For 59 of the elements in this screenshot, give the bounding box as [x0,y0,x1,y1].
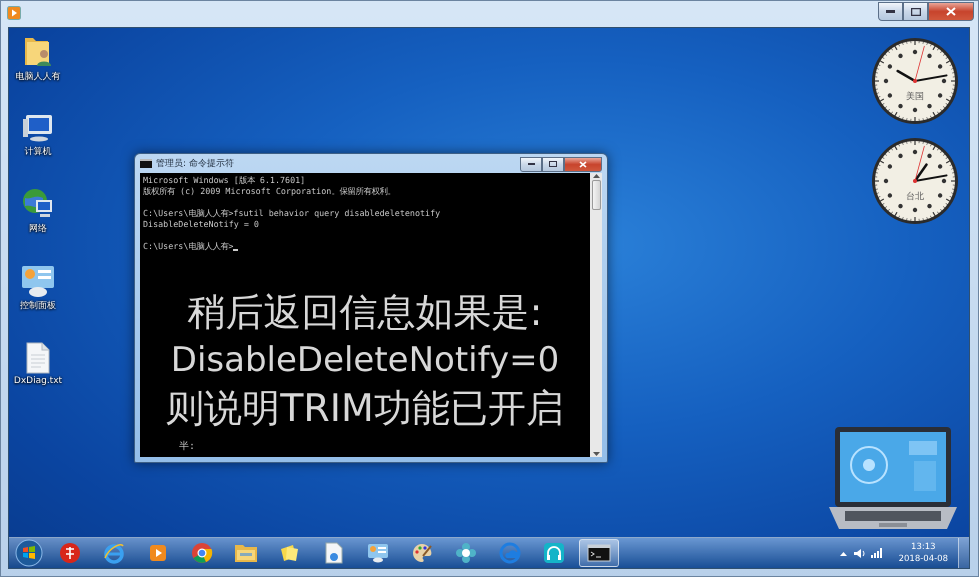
close-button[interactable] [928,2,974,21]
tray-arrow-icon[interactable] [840,550,847,556]
console-line: 版权所有 (c) 2009 Microsoft Corporation。保留所有权利。 [143,186,396,197]
scroll-down-icon[interactable] [592,452,600,457]
caption-text: DisableDeleteNotify=0 [170,339,560,382]
desktop-icon-label[interactable]: 电脑人人有 [16,70,60,83]
maximize-icon [910,8,920,16]
sticky-notes-icon [279,543,301,563]
maximize-button[interactable] [903,2,928,21]
taskbar-button[interactable] [579,539,619,567]
signal-icon[interactable] [870,548,883,558]
control-panel-icon [367,543,389,563]
desktop-icon-label[interactable]: 控制面板 [20,299,56,312]
headphones-icon [543,542,565,564]
clock-time[interactable]: 13:13 [911,541,936,553]
maximize-icon [549,161,557,167]
close-button[interactable] [564,156,602,172]
console-icon [140,159,152,168]
browser-e-icon [103,542,125,564]
scrollbar-thumb[interactable] [592,180,600,210]
desktop-icon-label[interactable]: 网络 [29,222,47,235]
speaker-icon[interactable] [852,548,865,558]
console-line: Microsoft Windows [版本 6.1.7601] [143,175,306,186]
clock-label: 美国 [906,90,924,103]
maximize-button[interactable] [542,156,564,172]
desktop-icon-label[interactable]: 计算机 [24,145,52,158]
console-icon [587,544,611,562]
desktop-icon-label[interactable]: DxDiag.txt [14,376,62,386]
cursor-icon [233,249,238,251]
console-line: C:\Users\电脑人人有> [143,241,238,252]
close-icon [946,7,956,16]
play-icon [7,6,21,20]
console-line: C:\Users\电脑人人有>fsutil behavior query disabledeletenotify [143,208,440,219]
console-line: DisableDeleteNotify = 0 [143,219,259,230]
caption-text: 稍后返回信息如果是: [188,289,542,335]
cloud-circle-icon [499,542,521,564]
console-line: 半: [179,440,196,453]
text-file-icon [24,342,51,374]
minimize-icon [528,163,534,165]
control-panel-icon [21,265,55,297]
round-emblem-icon [59,542,81,564]
minimize-button[interactable] [520,156,542,172]
show-desktop-button[interactable] [958,538,969,568]
paint-palette-icon [411,542,433,564]
flower-icon [455,542,477,564]
clock-date[interactable]: 2018-04-08 [898,553,948,565]
close-icon [579,160,587,168]
document-icon [325,542,343,564]
play-icon [148,543,168,563]
chrome-icon [191,542,213,564]
caption-text: 则说明TRIM功能已开启 [166,385,564,431]
folder-icon [234,543,258,563]
window-title: 管理员: 命令提示符 [156,158,234,170]
start-button[interactable] [15,539,43,567]
computer-icon [22,113,54,143]
clock-label: 台北 [906,190,924,203]
minimize-button[interactable] [878,2,903,21]
minimize-icon [886,10,895,13]
globe-monitor-icon [22,188,54,220]
